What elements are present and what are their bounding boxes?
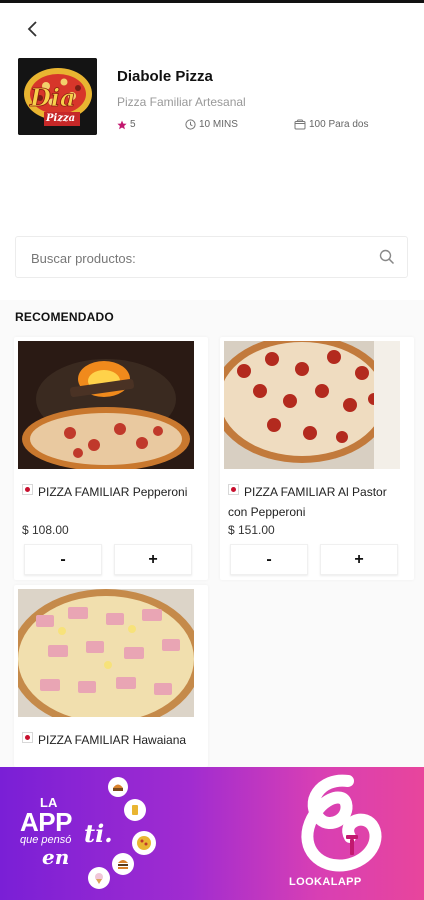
increase-quantity-button[interactable]: + (114, 544, 192, 575)
product-image (224, 341, 400, 469)
price-for-two-value: 100 Para dos (309, 119, 369, 130)
slogan-en: en (42, 845, 70, 869)
pizza-icon (132, 831, 156, 855)
svg-text:Dia: Dia (29, 83, 75, 112)
search-input[interactable] (29, 247, 363, 269)
decrease-quantity-button[interactable]: - (230, 544, 308, 575)
dessert-icon (88, 867, 110, 889)
drink-icon (124, 799, 146, 821)
promo-banner[interactable]: LA APP que pensó en ti. LOOKALAPP (0, 767, 424, 900)
price-for-two: 100 Para dos (294, 119, 369, 130)
delivery-time-value: 10 MINS (199, 119, 238, 130)
search-bar (15, 236, 408, 278)
decrease-quantity-button[interactable]: - (24, 544, 102, 575)
back-button[interactable] (20, 16, 46, 42)
logo-text: Pizza (46, 113, 76, 124)
wallet-icon (294, 119, 306, 130)
brand-name: LOOKALAPP (289, 876, 362, 888)
restaurant-name: Diabole Pizza (117, 68, 213, 85)
product-card[interactable]: PIZZA FAMILIAR Hawaiana (14, 585, 208, 767)
delivery-time: 10 MINS (185, 119, 238, 130)
restaurant-logo: Dia Pizza (18, 58, 97, 135)
product-image (18, 589, 194, 717)
product-card[interactable]: PIZZA FAMILIAR Al Pastor con Pepperoni $… (220, 337, 414, 580)
rating: 5 (117, 119, 136, 130)
search-icon[interactable] (379, 249, 395, 265)
chevron-left-icon (27, 21, 37, 37)
food-icon (108, 777, 128, 797)
product-price: $ 151.00 (228, 523, 275, 537)
product-image (18, 341, 194, 469)
product-price: $ 108.00 (22, 523, 69, 537)
product-name: PIZZA FAMILIAR Pepperoni (38, 485, 188, 499)
section-title: RECOMENDADO (15, 310, 114, 324)
product-name: PIZZA FAMILIAR Hawaiana (38, 733, 187, 747)
increase-quantity-button[interactable]: + (320, 544, 398, 575)
clock-icon (185, 119, 196, 130)
slogan-ti: ti. (84, 819, 113, 848)
restaurant-tagline: Pizza Familiar Artesanal (117, 95, 246, 109)
lookalapp-logo-icon (301, 774, 382, 872)
burger-icon (112, 853, 134, 875)
product-card[interactable]: PIZZA FAMILIAR Pepperoni $ 108.00 - + (14, 337, 208, 580)
product-name: PIZZA FAMILIAR Al Pastor con Pepperoni (228, 485, 387, 519)
star-icon (117, 120, 127, 129)
rating-value: 5 (130, 119, 136, 130)
